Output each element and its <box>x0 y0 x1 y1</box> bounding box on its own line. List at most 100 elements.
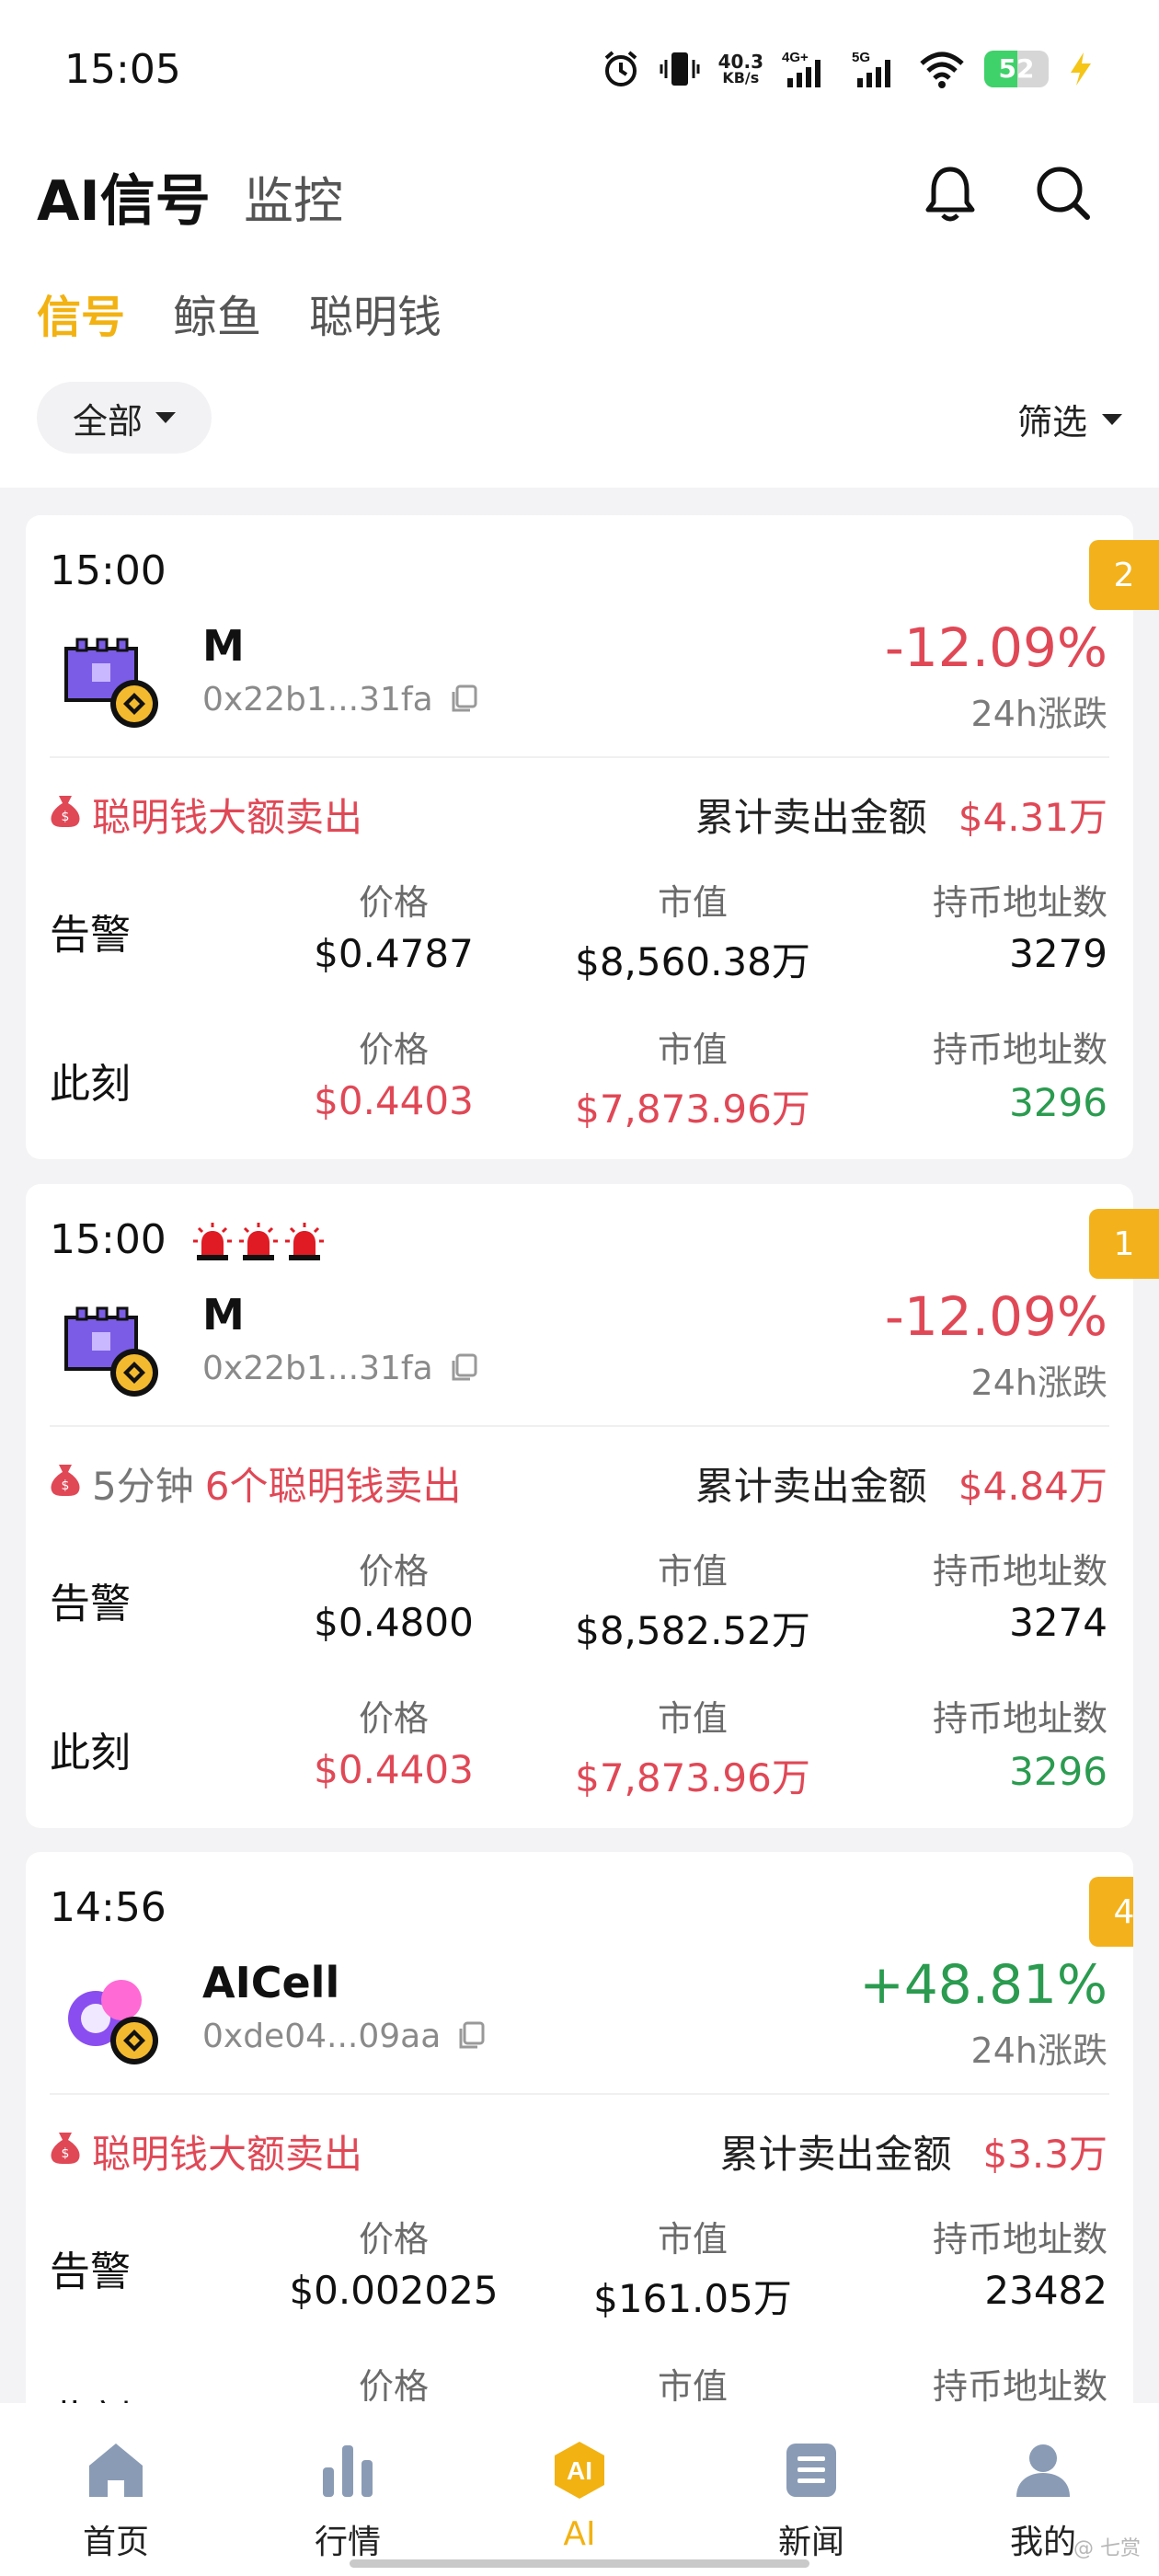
ai-icon: AI <box>549 2440 610 2504</box>
signal-card[interactable]: 1 15:00 M 0x22b1...31fa -12.09% 24h涨跌 $ … <box>26 1184 1159 1828</box>
money-bag-icon: $ <box>50 1461 81 1507</box>
filter-all-dropdown[interactable]: 全部 <box>37 382 212 454</box>
price-header: 价格 <box>358 2366 429 2407</box>
token-address: 0x22b1...31fa <box>202 681 433 719</box>
price-change-label: 24h涨跌 <box>970 1363 1107 1403</box>
net-speed: 40.3 KB/s <box>718 52 763 86</box>
now-price: $0.4403 <box>314 1747 474 1792</box>
home-icon <box>86 2440 146 2504</box>
nav-label: 我的 <box>1009 2524 1076 2561</box>
alert-holders: 3274 <box>1009 1600 1107 1645</box>
battery-percent: 52 <box>998 53 1035 84</box>
signal-time: 15:00 <box>50 1216 166 1263</box>
rank-badge: 4 <box>1089 1877 1133 1947</box>
page-title: AI信号 <box>37 169 211 234</box>
divider <box>50 1425 1109 1427</box>
signal-card[interactable]: 2 15:00 M 0x22b1...31fa -12.09% 24h涨跌 $ … <box>26 515 1159 1159</box>
now-mcap: $7,873.96万 <box>575 1755 810 1800</box>
wifi-icon <box>918 49 966 89</box>
price-header: 价格 <box>358 1029 429 1070</box>
now-holders: 3296 <box>1009 1080 1107 1125</box>
sell-summary: 累计卖出金额 $4.84万 <box>695 1455 1107 1512</box>
now-row-label: 此刻 <box>50 1730 131 1777</box>
price-change-label: 24h涨跌 <box>970 694 1107 734</box>
news-icon <box>781 2440 842 2504</box>
token-name: M <box>202 621 245 671</box>
rank-badge: 2 <box>1089 540 1159 610</box>
price-header: 价格 <box>358 1551 429 1592</box>
sell-summary-value: $4.31万 <box>958 795 1107 840</box>
subtab-signal[interactable]: 信号 <box>37 281 125 345</box>
mcap-header: 市值 <box>657 1029 728 1070</box>
token-logo <box>61 1967 164 2070</box>
siren-icons <box>191 1221 326 1267</box>
token-logo <box>61 1299 164 1402</box>
holders-header: 持币地址数 <box>932 2366 1107 2407</box>
signal-description: $ 聪明钱大额卖出 <box>50 787 362 843</box>
alert-price: $0.4800 <box>314 1600 474 1645</box>
svg-text:$: $ <box>62 2146 70 2161</box>
sell-summary-value: $4.84万 <box>958 1464 1107 1509</box>
now-row-label: 此刻 <box>50 1061 131 1108</box>
now-price: $0.4403 <box>314 1078 474 1123</box>
bottom-nav: 首页 行情 AI AI 新闻 我的 <box>0 2403 1159 2576</box>
subtab-whale[interactable]: 鲸鱼 <box>173 281 261 345</box>
holders-header: 持币地址数 <box>932 1698 1107 1739</box>
alert-row-label: 告警 <box>50 2248 131 2295</box>
price-header: 价格 <box>358 1698 429 1739</box>
alert-mcap: $8,560.38万 <box>575 939 810 984</box>
signal-text: 聪明钱大额卖出 <box>92 2132 363 2177</box>
user-icon <box>1013 2440 1073 2504</box>
signal-card[interactable]: 4 14:56 AICell 0xde04...09aa +48.81% 24h… <box>26 1852 1133 2496</box>
signal-description: $ 5分钟 6个聪明钱卖出 <box>50 1455 461 1512</box>
search-button[interactable] <box>1027 158 1100 232</box>
sell-summary-label: 累计卖出金额 <box>719 2132 952 2177</box>
charging-icon <box>1067 51 1095 87</box>
siren-icon <box>237 1221 280 1267</box>
mcap-header: 市值 <box>657 1698 728 1739</box>
token-name: AICell <box>202 1958 340 2007</box>
alert-price: $0.4787 <box>314 931 474 976</box>
filter-dropdown[interactable]: 筛选 <box>1017 394 1122 444</box>
tab-monitor[interactable]: 监控 <box>244 160 343 233</box>
subtabs: 信号 鲸鱼 聪明钱 <box>37 281 442 345</box>
nav-ai[interactable]: AI AI <box>464 2403 695 2576</box>
price-header: 价格 <box>358 882 429 923</box>
mcap-header: 市值 <box>657 1551 728 1592</box>
home-indicator[interactable] <box>350 2559 809 2568</box>
caret-down-icon <box>1102 413 1122 425</box>
holders-header: 持币地址数 <box>932 882 1107 923</box>
mcap-header: 市值 <box>657 882 728 923</box>
copy-icon[interactable] <box>448 1351 479 1386</box>
signal-time: 14:56 <box>50 1884 166 1931</box>
mcap-header: 市值 <box>657 2219 728 2260</box>
nav-news[interactable]: 新闻 <box>695 2403 927 2576</box>
notifications-button[interactable] <box>913 158 987 232</box>
token-logo <box>61 630 164 733</box>
svg-text:$: $ <box>62 810 70 824</box>
signal-window: 5分钟 <box>92 1464 194 1509</box>
filter-all-label: 全部 <box>72 400 143 442</box>
mcap-header: 市值 <box>657 2366 728 2407</box>
net-speed-value: 40.3 <box>717 51 763 73</box>
nav-label: AI <box>563 2515 596 2553</box>
subtab-smart-money[interactable]: 聪明钱 <box>309 281 442 345</box>
copy-icon[interactable] <box>455 2019 487 2054</box>
token-name: M <box>202 1290 245 1340</box>
svg-text:4G+: 4G+ <box>782 50 809 65</box>
alert-row-label: 告警 <box>50 1581 131 1627</box>
token-address: 0xde04...09aa <box>202 2018 442 2055</box>
divider <box>50 756 1109 758</box>
nav-label: 新闻 <box>777 2524 844 2561</box>
bar-chart-icon <box>317 2440 378 2504</box>
copy-icon[interactable] <box>448 683 479 718</box>
sell-summary-label: 累计卖出金额 <box>694 795 927 840</box>
token-address: 0x22b1...31fa <box>202 1350 433 1387</box>
nav-home[interactable]: 首页 <box>0 2403 232 2576</box>
nav-label: 首页 <box>82 2524 149 2561</box>
alert-price: $0.002025 <box>289 2268 499 2313</box>
now-holders: 3296 <box>1009 1749 1107 1794</box>
sell-summary: 累计卖出金额 $3.3万 <box>719 2123 1107 2179</box>
money-bag-icon: $ <box>50 2129 81 2175</box>
nav-market[interactable]: 行情 <box>232 2403 464 2576</box>
